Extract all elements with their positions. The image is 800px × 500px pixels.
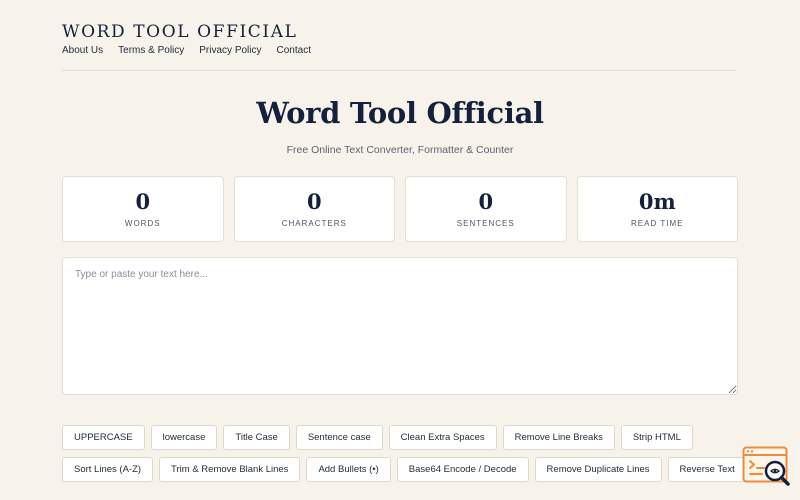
- page-title: Word Tool Official: [256, 96, 544, 130]
- character-count-label: CHARACTERS: [281, 219, 347, 228]
- clean-extra-spaces-button[interactable]: Clean Extra Spaces: [388, 425, 497, 450]
- lowercase-button[interactable]: lowercase: [150, 425, 218, 450]
- sort-lines-button[interactable]: Sort Lines (A-Z): [62, 457, 154, 482]
- tool-buttons: UPPERCASE lowercase Title Case Sentence …: [62, 425, 752, 482]
- stat-card-characters: 0 CHARACTERS: [233, 176, 395, 242]
- stat-card-read-time: 0m READ TIME: [576, 176, 738, 242]
- editor-wrapper: [62, 257, 738, 395]
- uppercase-button[interactable]: UPPERCASE: [62, 425, 145, 450]
- nav-contact[interactable]: Contact: [277, 45, 311, 56]
- word-count-value: 0: [135, 189, 151, 214]
- trim-blank-lines-button[interactable]: Trim & Remove Blank Lines: [159, 457, 301, 482]
- nav-terms-policy[interactable]: Terms & Policy: [118, 45, 184, 56]
- site-title[interactable]: WORD TOOL OFFICIAL: [62, 22, 297, 42]
- remove-duplicate-lines-button[interactable]: Remove Duplicate Lines: [534, 457, 662, 482]
- header-divider: [62, 70, 736, 71]
- strip-html-button[interactable]: Strip HTML: [620, 425, 693, 450]
- add-bullets-button[interactable]: Add Bullets (•): [306, 457, 391, 482]
- title-case-button[interactable]: Title Case: [223, 425, 290, 450]
- stat-card-sentences: 0 SENTENCES: [405, 176, 567, 242]
- base64-button[interactable]: Base64 Encode / Decode: [396, 457, 529, 482]
- search-code-icon[interactable]: [742, 446, 792, 490]
- page-subtitle: Free Online Text Converter, Formatter & …: [286, 144, 514, 156]
- stat-card-words: 0 WORDS: [62, 176, 224, 242]
- top-nav: About Us Terms & Policy Privacy Policy C…: [62, 45, 311, 56]
- read-time-value: 0m: [638, 189, 676, 214]
- text-input-area[interactable]: [62, 257, 738, 395]
- stats-row: 0 WORDS 0 CHARACTERS 0 SENTENCES 0m READ…: [62, 176, 738, 242]
- word-count-label: WORDS: [124, 219, 161, 228]
- remove-line-breaks-button[interactable]: Remove Line Breaks: [502, 425, 615, 450]
- nav-about-us[interactable]: About Us: [62, 45, 103, 56]
- sentence-count-value: 0: [478, 189, 494, 214]
- nav-privacy-policy[interactable]: Privacy Policy: [199, 45, 261, 56]
- read-time-label: READ TIME: [631, 219, 684, 228]
- reverse-text-button[interactable]: Reverse Text: [667, 457, 747, 482]
- sentence-count-label: SENTENCES: [456, 219, 515, 228]
- character-count-value: 0: [306, 189, 322, 214]
- page: WORD TOOL OFFICIAL About Us Terms & Poli…: [0, 0, 800, 500]
- sentence-case-button[interactable]: Sentence case: [295, 425, 383, 450]
